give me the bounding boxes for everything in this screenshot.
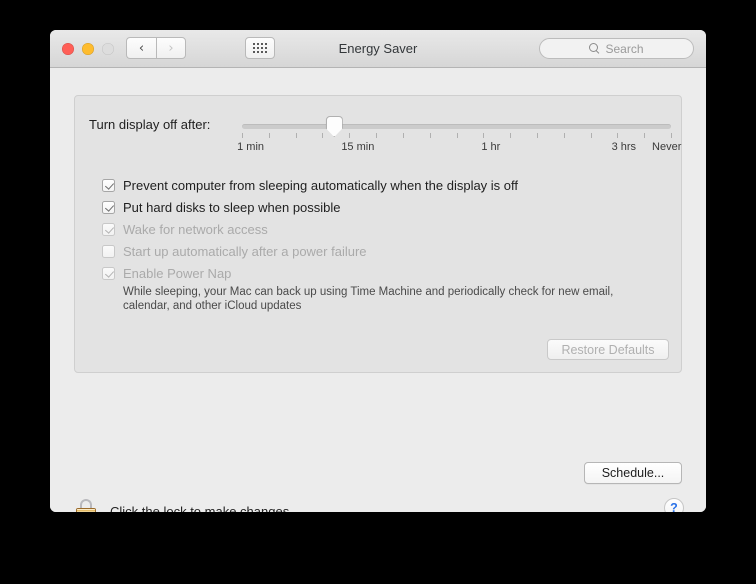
preference-body: Turn display off after: 1 min 15 min 1 hr 3… xyxy=(50,68,706,512)
checkbox-row: Start up automatically after a power fai… xyxy=(102,242,671,264)
slider-tick xyxy=(483,133,485,138)
lock-instruction-text: Click the lock to make changes. xyxy=(110,503,293,513)
checkbox-row[interactable]: Prevent computer from sleeping automatic… xyxy=(102,176,671,198)
lock-body xyxy=(76,508,96,512)
checkbox-0[interactable] xyxy=(102,179,115,192)
slider-tick xyxy=(456,133,458,138)
lock-closed-icon[interactable] xyxy=(74,498,98,512)
restore-defaults-button[interactable]: Restore Defaults xyxy=(547,339,669,360)
schedule-button[interactable]: Schedule... xyxy=(584,462,682,484)
checkbox-row: Wake for network access xyxy=(102,220,671,242)
slider-tick xyxy=(671,133,672,138)
slider-tick xyxy=(644,133,646,138)
checkbox-1[interactable] xyxy=(102,201,115,214)
slider-tick xyxy=(242,133,243,138)
slider-tick xyxy=(617,133,619,138)
slider-tick xyxy=(349,133,351,138)
slider-tick xyxy=(268,133,270,138)
power-nap-description: While sleeping, your Mac can back up usi… xyxy=(123,286,614,312)
checkbox-label: Wake for network access xyxy=(123,222,268,237)
checkbox-label: Start up automatically after a power fai… xyxy=(123,244,367,259)
help-button[interactable]: ? xyxy=(664,498,684,512)
checkbox-row: Enable Power Nap xyxy=(102,264,671,286)
slider-tick-labels: 1 min 15 min 1 hr 3 hrs Never xyxy=(237,141,681,157)
slider-tick xyxy=(536,133,538,138)
slider-tick-label: Never xyxy=(652,141,682,153)
search-field[interactable]: Search xyxy=(539,38,694,59)
search-icon xyxy=(589,43,600,54)
slider-tick xyxy=(402,133,404,138)
slider-ticks xyxy=(242,133,672,139)
energy-saver-window: ‹ › Energy Saver Search Turn display off… xyxy=(50,30,706,512)
display-sleep-slider-row: Turn display off after: 1 min 15 min 1 hr 3… xyxy=(89,114,681,172)
slider-tick xyxy=(429,133,431,138)
search-input[interactable]: Search xyxy=(605,42,643,56)
slider-tick-label: 15 min xyxy=(341,141,375,153)
window-titlebar: ‹ › Energy Saver Search xyxy=(50,30,706,68)
checkbox-label: Prevent computer from sleeping automatic… xyxy=(123,178,519,193)
slider-tick xyxy=(510,133,512,138)
checkbox-2 xyxy=(102,223,115,236)
slider-tick xyxy=(295,133,297,138)
slider-tick-label: 3 hrs xyxy=(611,141,637,153)
slider-tick xyxy=(376,133,378,138)
checkbox-3 xyxy=(102,245,115,258)
checkbox-label: Put hard disks to sleep when possible xyxy=(123,200,341,215)
slider-tick xyxy=(322,133,324,138)
display-sleep-label: Turn display off after: xyxy=(89,117,211,132)
settings-panel: Turn display off after: 1 min 15 min 1 hr 3… xyxy=(74,95,682,373)
slider-tick xyxy=(563,133,565,138)
slider-tick xyxy=(590,133,592,138)
checkbox-4 xyxy=(102,267,115,280)
checkbox-row[interactable]: Put hard disks to sleep when possible xyxy=(102,198,671,220)
slider-tick-label: 1 hr xyxy=(481,141,501,153)
slider-tick-label: 1 min xyxy=(237,141,265,153)
slider-track[interactable] xyxy=(242,124,671,129)
lock-row[interactable]: Click the lock to make changes. xyxy=(74,498,293,512)
checkbox-list: Prevent computer from sleeping automatic… xyxy=(102,176,671,286)
checkbox-label: Enable Power Nap xyxy=(123,266,232,281)
